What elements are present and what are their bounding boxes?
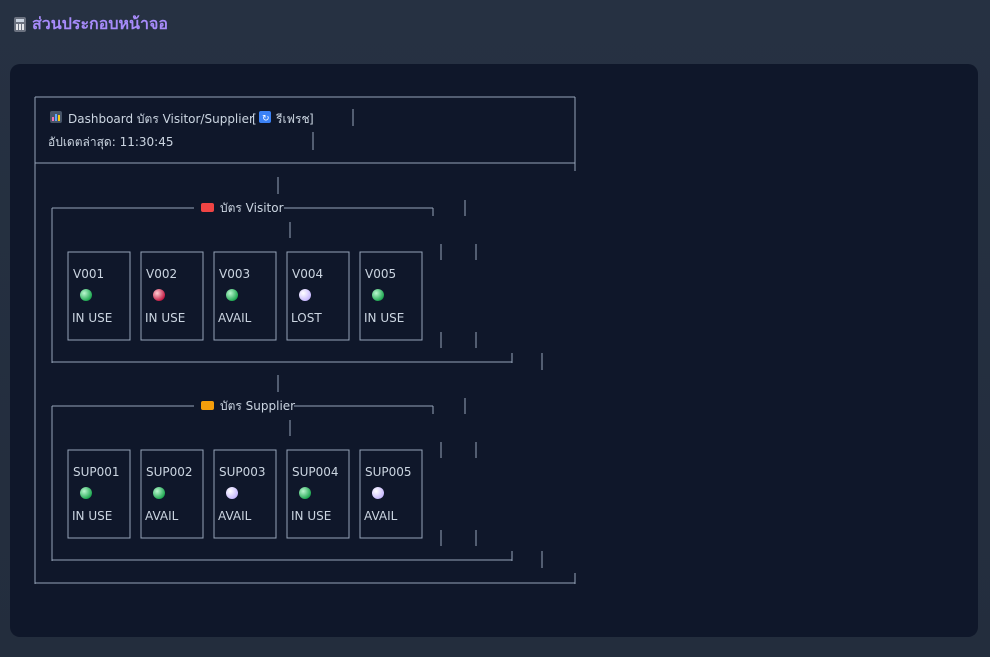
- svg-text:[: [: [252, 112, 257, 126]
- card-status: IN USE: [145, 311, 185, 325]
- status-dot-white: [372, 487, 384, 499]
- card-v004[interactable]: V004 LOST: [286, 251, 350, 341]
- card-v001[interactable]: V001 IN USE: [67, 251, 131, 341]
- card-status: IN USE: [291, 509, 331, 523]
- status-dot-green: [226, 289, 238, 301]
- status-dot-green: [80, 289, 92, 301]
- status-dot-red: [153, 289, 165, 301]
- card-box: [140, 251, 204, 341]
- card-id: SUP001: [73, 465, 120, 479]
- truck-icon: [201, 401, 214, 410]
- card-status: AVAIL: [218, 311, 252, 325]
- card-group-supplier: บัตร SupplierSUP001IN USESUP002AVAILSUP0…: [51, 398, 543, 568]
- card-v003[interactable]: V003 AVAIL: [213, 251, 277, 341]
- card-v002[interactable]: V002 IN USE: [140, 251, 204, 341]
- group-title: บัตร Visitor: [220, 201, 284, 215]
- car-icon: [201, 203, 214, 212]
- card-sup004[interactable]: SUP004 IN USE: [286, 449, 350, 539]
- card-group-visitor: บัตร Visitor V001 IN USE V002 IN USE V003 AVAI…: [51, 200, 543, 370]
- card-box: [140, 449, 204, 539]
- card-sup002[interactable]: SUP002 AVAIL: [140, 449, 204, 539]
- group-title: บัตร Supplier: [220, 399, 295, 413]
- abacus-icon: [14, 17, 26, 32]
- section-title: ส่วนประกอบหน้าจอ: [32, 14, 168, 33]
- card-status: IN USE: [72, 311, 112, 325]
- card-box: [67, 449, 131, 539]
- card-box: [359, 251, 423, 341]
- status-dot-white: [299, 289, 311, 301]
- card-id: SUP005: [365, 465, 412, 479]
- card-box: [286, 251, 350, 341]
- card-sup003[interactable]: SUP003 AVAIL: [213, 449, 277, 539]
- svg-text:↻: ↻: [262, 114, 270, 124]
- card-groups: บัตร Visitor V001 IN USE V002 IN USE V003 AVAI…: [51, 200, 543, 568]
- card-status: IN USE: [364, 311, 404, 325]
- card-box: [359, 449, 423, 539]
- card-id: SUP002: [146, 465, 193, 479]
- status-dot-white: [226, 487, 238, 499]
- card-v005[interactable]: V005 IN USE: [359, 251, 423, 341]
- card-status: AVAIL: [145, 509, 179, 523]
- status-dot-green: [372, 289, 384, 301]
- svg-text:]: ]: [309, 112, 314, 126]
- dashboard-title: Dashboard บัตร Visitor/Supplier: [68, 112, 254, 126]
- card-status: AVAIL: [218, 509, 252, 523]
- last-updated: อัปเดตล่าสุด: 11:30:45: [48, 135, 173, 150]
- status-dot-green: [80, 487, 92, 499]
- status-dot-green: [299, 487, 311, 499]
- page: ส่วนประกอบหน้าจอ Dashboard บัตร Visitor/…: [0, 0, 990, 657]
- card-id: V004: [292, 267, 323, 281]
- card-id: V005: [365, 267, 396, 281]
- dashboard-mockup: Dashboard บัตร Visitor/Supplier [ ↻ รีเฟ…: [34, 96, 576, 584]
- status-dot-green: [153, 487, 165, 499]
- refresh-label: รีเฟรช: [275, 112, 309, 126]
- dashboard-title-row: Dashboard บัตร Visitor/Supplier [ ↻ รีเฟ…: [50, 111, 314, 126]
- card-id: SUP004: [292, 465, 339, 479]
- card-id: V002: [146, 267, 177, 281]
- card-status: LOST: [291, 311, 322, 325]
- refresh-button[interactable]: [ ↻ รีเฟรช ]: [252, 111, 314, 126]
- card-box: [213, 449, 277, 539]
- card-box: [213, 251, 277, 341]
- card-box: [67, 251, 131, 341]
- section-header: ส่วนประกอบหน้าจอ: [14, 12, 168, 37]
- card-id: V001: [73, 267, 104, 281]
- card-status: AVAIL: [364, 509, 398, 523]
- card-sup001[interactable]: SUP001 IN USE: [67, 449, 131, 539]
- ascii-mockup-panel: Dashboard บัตร Visitor/Supplier [ ↻ รีเฟ…: [10, 64, 978, 637]
- card-id: V003: [219, 267, 250, 281]
- card-status: IN USE: [72, 509, 112, 523]
- card-box: [286, 449, 350, 539]
- card-id: SUP003: [219, 465, 266, 479]
- card-sup005[interactable]: SUP005 AVAIL: [359, 449, 423, 539]
